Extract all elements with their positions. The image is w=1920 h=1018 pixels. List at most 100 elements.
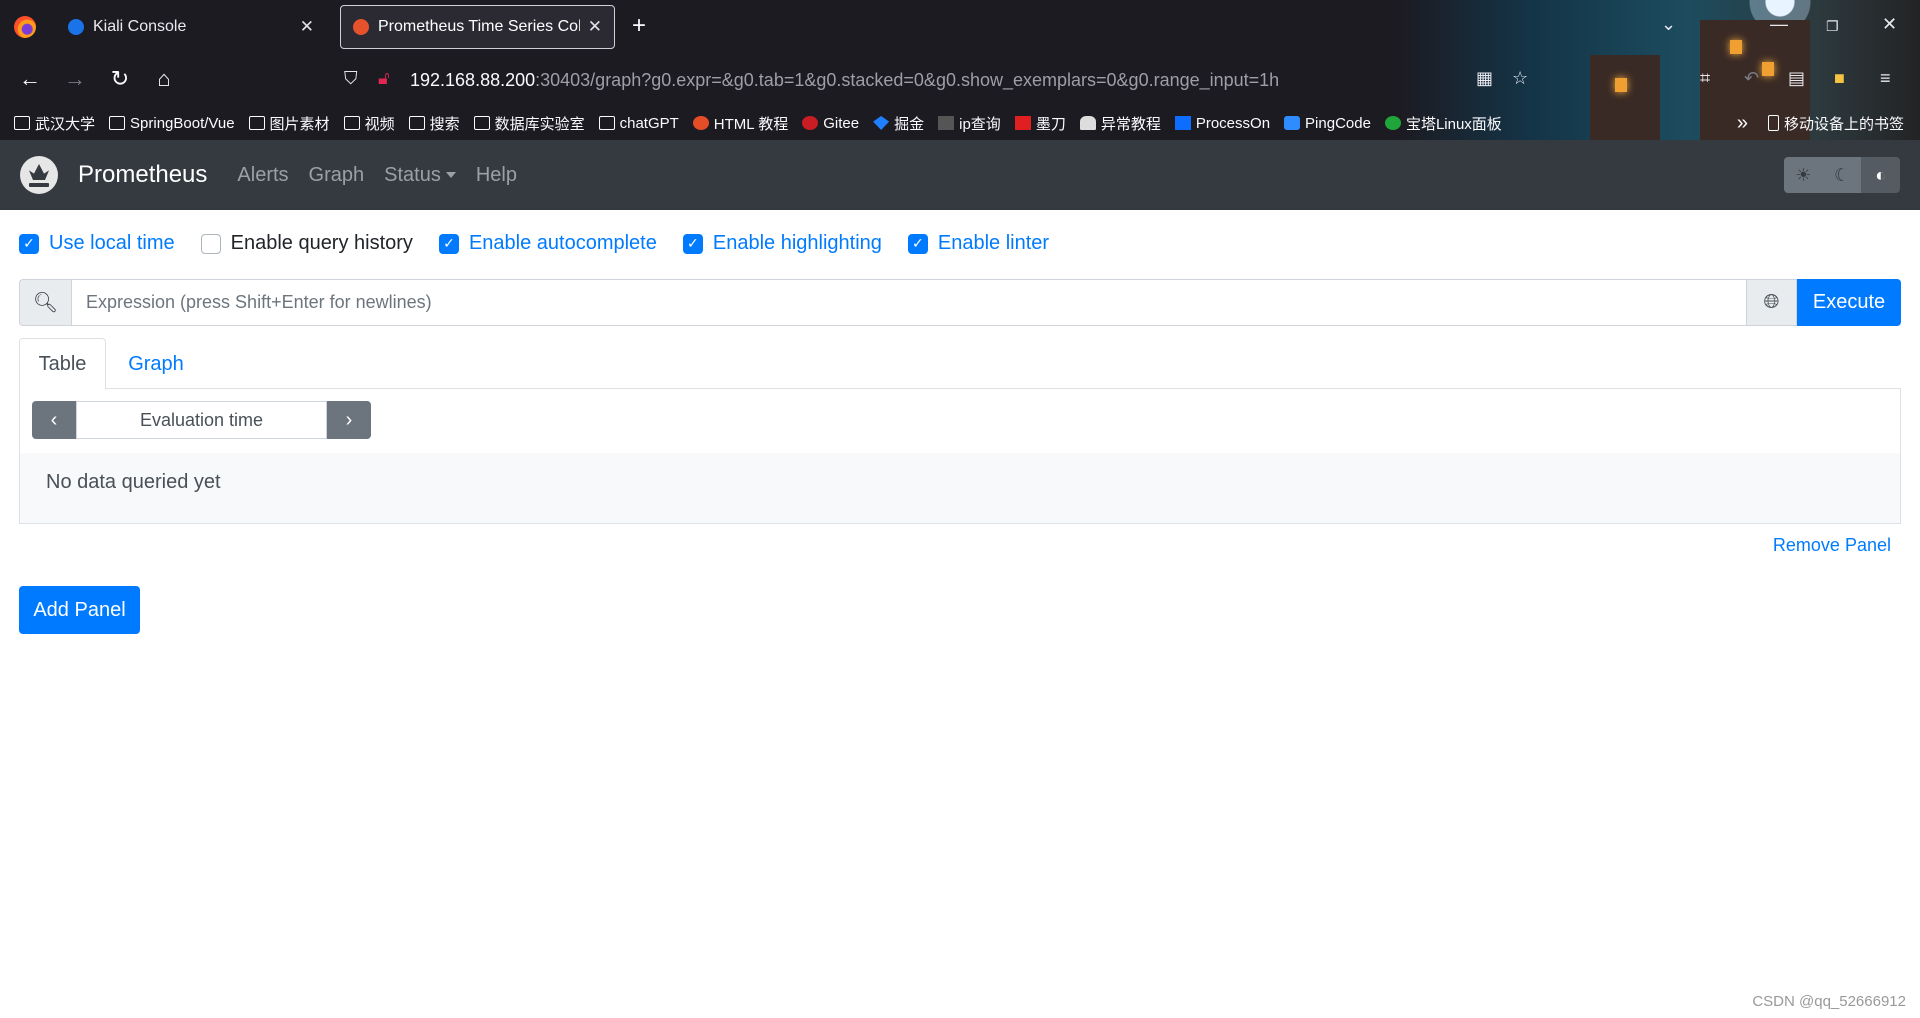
execute-button[interactable]: Execute [1797, 279, 1901, 326]
tracking-shield-icon[interactable]: ⛉ [344, 68, 358, 89]
folder-icon [343, 116, 360, 130]
restore-icon[interactable]: ❐ [1826, 18, 1839, 35]
option-use-local-time[interactable]: ✓ Use local time [19, 232, 175, 255]
back-arrow-icon[interactable]: ← [16, 66, 44, 92]
bookmark-link[interactable]: ProcessOn [1174, 115, 1270, 132]
bookmark-folder[interactable]: 武汉大学 [14, 113, 95, 134]
html-icon [692, 116, 709, 130]
qr-code-icon[interactable]: ▦ [1476, 68, 1493, 89]
close-icon[interactable]: ✕ [588, 17, 602, 37]
brand-link[interactable]: Prometheus [78, 161, 207, 189]
moon-icon[interactable]: ☾ [1822, 157, 1862, 193]
screenshot-crop-icon[interactable]: ⌗ [1700, 68, 1710, 89]
panel-tabs: Table Graph [19, 338, 1901, 390]
tab-strip: Kiali Console ✕ Prometheus Time Series C… [0, 0, 1920, 52]
bookmark-link[interactable]: Gitee [802, 115, 859, 132]
new-tab-plus-icon[interactable]: + [632, 12, 646, 40]
browser-tab-kiali[interactable]: Kiali Console ✕ [56, 5, 326, 49]
chevron-double-right-icon[interactable]: » [1737, 112, 1748, 135]
bookmark-link[interactable]: PingCode [1284, 115, 1371, 132]
close-icon[interactable]: ✕ [300, 17, 314, 37]
extension-icon[interactable]: ■ [1834, 68, 1845, 89]
option-enable-query-history[interactable]: Enable query history [200, 232, 413, 255]
window-close-icon[interactable]: ✕ [1882, 14, 1897, 35]
evaluation-time-control: ‹ Evaluation time › [32, 401, 371, 439]
bookmark-label: 掘金 [894, 115, 925, 133]
expression-input[interactable] [71, 279, 1747, 326]
bookmark-label: Gitee [823, 114, 860, 132]
evaluation-time-input[interactable]: Evaluation time [76, 401, 327, 439]
bookmark-label: 异常教程 [1100, 115, 1161, 133]
bookmark-label: ip查询 [959, 115, 1001, 133]
folder-icon [408, 116, 425, 130]
expression-bar: 🔍︎ 🌐︎ Execute [19, 279, 1901, 326]
option-label: Enable query history [230, 232, 413, 254]
remove-panel-link[interactable]: Remove Panel [1773, 535, 1891, 556]
contrast-icon[interactable]: ◐ [1861, 157, 1900, 193]
bookmark-folder[interactable]: 搜索 [408, 113, 460, 134]
folder-icon [109, 116, 126, 130]
bookmark-folder[interactable]: 数据库实验室 [473, 113, 585, 134]
forward-arrow-icon[interactable]: → [61, 66, 89, 92]
metrics-explorer-globe-icon[interactable]: 🌐︎ [1747, 279, 1797, 326]
sun-icon[interactable]: ☀ [1784, 157, 1823, 193]
bookmark-label: 搜索 [429, 115, 460, 133]
option-enable-linter[interactable]: ✓ Enable linter [907, 232, 1049, 255]
juejin-icon [873, 116, 890, 130]
bookmarks-overflow: » 移动设备上的书签 [1737, 108, 1904, 138]
checkbox-checked-icon[interactable]: ✓ [438, 233, 459, 254]
bookmark-folder[interactable]: 图片素材 [248, 113, 330, 134]
checkbox-checked-icon[interactable]: ✓ [19, 233, 39, 254]
bookmark-star-icon[interactable]: ☆ [1512, 68, 1528, 89]
insecure-lock-icon[interactable]: 🔓︎ [378, 68, 390, 89]
nav-alerts[interactable]: Alerts [237, 164, 288, 187]
processon-icon [1174, 116, 1191, 130]
bookmark-link[interactable]: ip查询 [938, 113, 1001, 134]
checkbox-checked-icon[interactable]: ✓ [682, 233, 703, 254]
bookmark-link[interactable]: 墨刀 [1014, 113, 1066, 134]
bookmark-link[interactable]: 宝塔Linux面板 [1384, 113, 1502, 134]
nav-graph[interactable]: Graph [309, 164, 365, 187]
bookmark-folder[interactable]: SpringBoot/Vue [109, 115, 235, 132]
bookmark-link[interactable]: HTML 教程 [692, 113, 788, 134]
browser-chrome: Kiali Console ✕ Prometheus Time Series C… [0, 0, 1920, 140]
baota-icon [1384, 116, 1401, 130]
undo-icon[interactable]: ↶ [1744, 68, 1759, 89]
nav-status-label: Status [384, 163, 441, 186]
bookmark-folder[interactable]: 视频 [343, 113, 395, 134]
reload-icon[interactable]: ↻ [106, 66, 134, 92]
modao-icon [1014, 116, 1031, 130]
sidebar-icon[interactable]: ▤ [1788, 68, 1805, 89]
tab-graph[interactable]: Graph [106, 338, 206, 390]
firefox-logo-icon[interactable] [14, 16, 36, 38]
checkbox-unchecked-icon[interactable] [200, 233, 221, 254]
option-label: Use local time [49, 232, 175, 254]
home-icon[interactable]: ⌂ [150, 66, 178, 92]
bookmark-link[interactable]: 异常教程 [1079, 113, 1161, 134]
option-enable-highlighting[interactable]: ✓ Enable highlighting [682, 232, 882, 255]
bookmark-label: 武汉大学 [35, 115, 96, 133]
nav-help[interactable]: Help [476, 164, 517, 187]
bookmark-folder[interactable]: chatGPT [598, 115, 679, 132]
bookmark-label: 宝塔Linux面板 [1405, 115, 1502, 133]
results-area: No data queried yet [20, 453, 1900, 523]
chevron-right-icon[interactable]: › [327, 401, 371, 439]
bookmark-link[interactable]: 掘金 [873, 113, 924, 134]
list-all-tabs-chevron-icon[interactable]: ⌄ [1661, 14, 1676, 35]
mobile-bookmarks-folder[interactable]: 移动设备上的书签 [1767, 113, 1904, 134]
chevron-left-icon[interactable]: ‹ [32, 401, 76, 439]
bookmark-label: 视频 [364, 115, 395, 133]
option-enable-autocomplete[interactable]: ✓ Enable autocomplete [438, 232, 657, 255]
menu-hamburger-icon[interactable]: ≡ [1880, 68, 1891, 89]
prometheus-logo-icon[interactable] [20, 156, 58, 194]
tab-table[interactable]: Table [19, 338, 106, 390]
browser-toolbar: ← → ↻ ⌂ ⛉ 🔓︎ 192.168.88.200:30403/graph?… [0, 58, 1920, 102]
browser-tab-prometheus[interactable]: Prometheus Time Series Coll ✕ [340, 5, 615, 49]
watermark: CSDN @qq_52666912 [1752, 993, 1906, 1010]
address-bar[interactable]: 192.168.88.200:30403/graph?g0.expr=&g0.t… [410, 66, 1279, 94]
minimize-icon[interactable]: — [1770, 14, 1788, 35]
add-panel-button[interactable]: Add Panel [19, 586, 140, 634]
nav-status-dropdown[interactable]: Status [384, 164, 456, 187]
checkbox-checked-icon[interactable]: ✓ [907, 233, 928, 254]
bookmark-label: 墨刀 [1035, 115, 1066, 133]
